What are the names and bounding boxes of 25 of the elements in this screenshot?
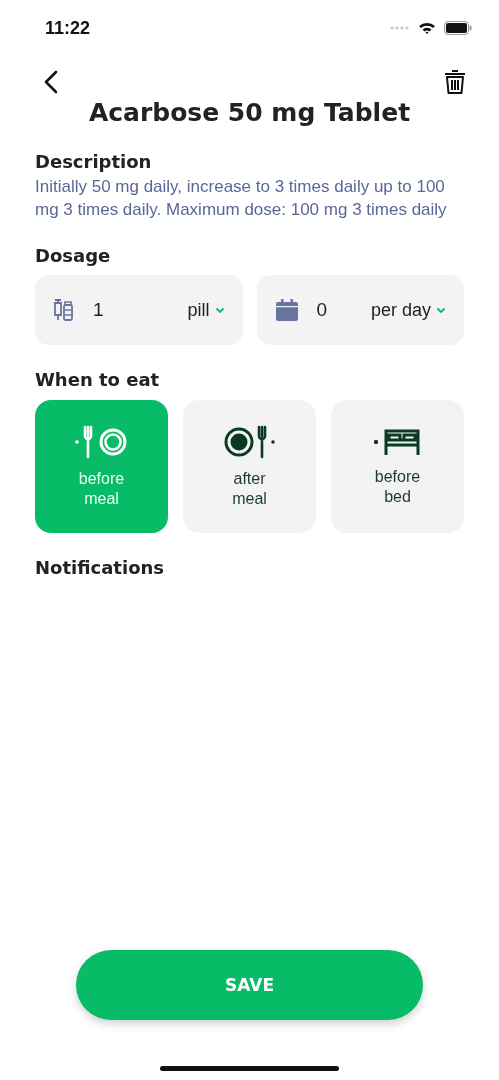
syringe-bottle-icon	[53, 298, 75, 322]
status-time: 11:22	[45, 17, 91, 39]
medication-title: Acarbose 50 mg Tablet	[87, 98, 412, 127]
dosage-field[interactable]: 1 pill	[35, 275, 243, 345]
dosage-value: 1	[93, 299, 105, 321]
description-text: Initially 50 mg daily, increase to 3 times daily up to 100 mg 3 times daily. Maximum dose: 100 mg 3 times daily	[35, 176, 448, 221]
option-label: before meal	[77, 468, 126, 509]
back-icon[interactable]	[43, 70, 59, 94]
dosage-value: 0	[316, 299, 329, 321]
option-label: before bed	[373, 466, 422, 507]
battery-icon	[444, 21, 472, 35]
meal-timing-option[interactable]: before bed	[331, 400, 464, 533]
trash-icon[interactable]	[443, 68, 467, 96]
calendar-icon	[274, 298, 299, 322]
unit-dropdown[interactable]: per day	[370, 299, 431, 321]
signal-icon	[390, 25, 410, 31]
section-heading: Description	[35, 151, 153, 172]
dosage-field[interactable]: 0 per day	[256, 275, 464, 345]
option-label: after meal	[231, 468, 268, 509]
section-heading: When to eat	[35, 369, 161, 390]
wifi-icon	[418, 21, 436, 35]
section-heading: Notifications	[35, 557, 166, 578]
unit-dropdown[interactable]: pill	[187, 299, 210, 321]
section-heading: Dosage	[35, 245, 112, 266]
meal-timing-option[interactable]: after meal	[183, 400, 316, 533]
